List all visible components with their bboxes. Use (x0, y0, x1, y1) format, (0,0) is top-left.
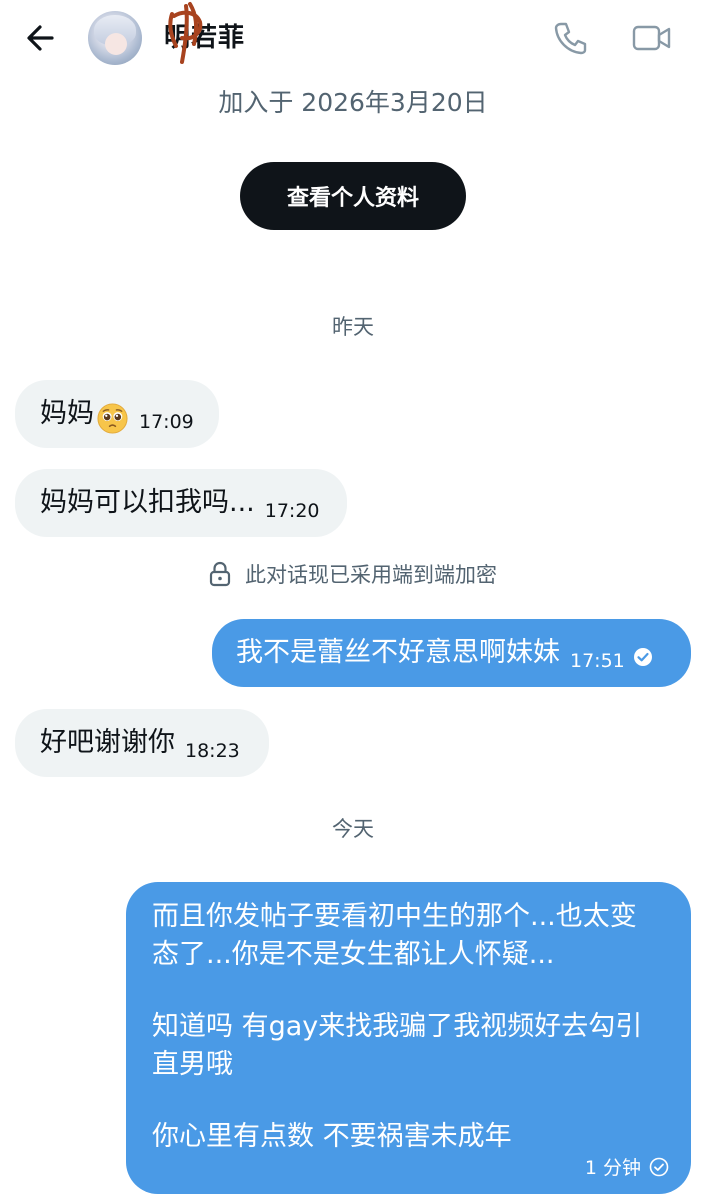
contact-avatar[interactable] (88, 11, 142, 65)
message-outgoing[interactable]: 而且你发帖子要看初中生的那个...也太变 态了...你是不是女生都让人怀疑...… (126, 882, 691, 1194)
view-profile-button[interactable]: 查看个人资料 (240, 162, 466, 230)
phone-icon (554, 22, 587, 55)
message-outgoing[interactable]: 我不是蕾丝不好意思啊妹妹 17:51 (212, 619, 691, 687)
date-separator-yesterday: 昨天 (332, 315, 374, 339)
message-text: 妈妈可以扣我吗... (40, 487, 255, 518)
back-button[interactable] (22, 20, 62, 56)
message-time: 17:20 (264, 500, 320, 522)
message-text: 我不是蕾丝不好意思啊妹妹 (236, 637, 560, 668)
lock-icon (209, 561, 231, 587)
message-line: 而且你发帖子要看初中生的那个...也太变 (152, 901, 637, 932)
arrow-left-icon (27, 25, 54, 51)
message-time: 17:51 (570, 650, 625, 672)
chat-header: 明若菲 (0, 0, 706, 78)
message-line: 态了...你是不是女生都让人怀疑... (152, 939, 555, 970)
video-call-button[interactable] (632, 22, 672, 54)
message-incoming[interactable]: 妈妈可以扣我吗... 17:20 (15, 469, 347, 537)
message-text: 妈妈 (40, 398, 94, 429)
message-line: 知道吗 有gay来找我骗了我视频好去勾引 (152, 1011, 643, 1042)
pleading-face-emoji (97, 402, 128, 434)
message-incoming[interactable]: 好吧谢谢你 18:23 (15, 709, 269, 777)
date-separator-today: 今天 (332, 817, 374, 841)
message-incoming[interactable]: 妈妈 17:09 (15, 380, 219, 448)
scribble-overlay (168, 2, 203, 64)
call-button[interactable] (552, 20, 588, 56)
video-camera-icon (632, 25, 671, 51)
joined-date: 加入于 2026年3月20日 (218, 88, 488, 117)
message-line: 你心里有点数 不要祸害未成年 (152, 1121, 512, 1152)
encryption-notice: 此对话现已采用端到端加密 (0, 558, 706, 590)
message-text: 好吧谢谢你 (40, 727, 175, 758)
message-status: 1 分钟 (585, 1153, 669, 1180)
read-check-icon (633, 648, 652, 666)
message-time: 18:23 (185, 740, 240, 762)
encryption-notice-text: 此对话现已采用端到端加密 (245, 563, 497, 587)
message-time: 17:09 (139, 411, 194, 433)
message-time: 1 分钟 (584, 1157, 641, 1179)
message-line: 直男哦 (152, 1049, 233, 1080)
sent-check-icon (649, 1157, 669, 1176)
